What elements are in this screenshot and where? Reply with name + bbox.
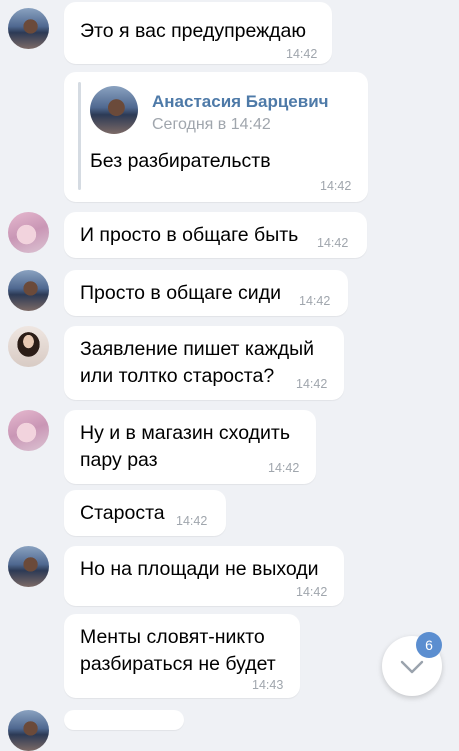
message-bubble[interactable]	[64, 710, 184, 730]
message-text-line: пару раз	[80, 449, 158, 471]
message-bubble[interactable]: Анастасия Барцевич Сегодня в 14:42 Без р…	[64, 72, 368, 202]
message-bubble[interactable]: Это я вас предупреждаю 14:42	[64, 2, 332, 64]
message-time: 14:42	[299, 294, 331, 308]
message-bubble[interactable]: Заявление пишет каждый или толтко старос…	[64, 326, 344, 400]
message-bubble[interactable]: И просто в общаге быть 14:42	[64, 212, 367, 258]
message-bubble[interactable]: Ну и в магазин сходить пару раз 14:42	[64, 410, 316, 484]
message-text: И просто в общаге быть	[80, 224, 299, 246]
message-bubble[interactable]: Староста 14:42	[64, 490, 226, 536]
message-text: Это я вас предупреждаю	[80, 20, 306, 42]
avatar[interactable]	[8, 270, 49, 311]
message-text: Но на площади не выходи	[80, 558, 319, 580]
quote-author[interactable]: Анастасия Барцевич	[152, 92, 329, 112]
message-time: 14:42	[296, 585, 328, 599]
message-time: 14:42	[268, 461, 300, 475]
message-text-line: Заявление пишет каждый	[80, 338, 315, 360]
message-bubble[interactable]: Просто в общаге сиди 14:42	[64, 270, 348, 316]
message-time: 14:42	[317, 236, 349, 250]
avatar[interactable]	[8, 212, 49, 253]
message-text: Просто в общаге сиди	[80, 282, 281, 304]
quote-bar	[78, 82, 81, 190]
message-text-line: Ну и в магазин сходить	[80, 422, 290, 444]
unread-count-badge: 6	[416, 632, 442, 658]
avatar[interactable]	[8, 8, 49, 49]
avatar[interactable]	[8, 546, 49, 587]
message-bubble[interactable]: Но на площади не выходи 14:42	[64, 546, 344, 606]
message-time: 14:42	[176, 514, 208, 528]
quote-avatar[interactable]	[90, 86, 138, 134]
message-bubble[interactable]: Менты словят-никто разбираться не будет …	[64, 614, 300, 698]
quote-text: Без разбирательств	[90, 150, 271, 172]
avatar[interactable]	[8, 326, 49, 367]
message-text-line: разбираться не будет	[80, 653, 276, 675]
quote-date: Сегодня в 14:42	[152, 116, 271, 133]
message-time: 14:42	[296, 377, 328, 391]
message-time: 14:42	[320, 179, 352, 193]
avatar[interactable]	[8, 410, 49, 451]
message-time: 14:43	[252, 678, 284, 692]
message-text: Староста	[80, 502, 165, 524]
message-text-line: Менты словят-никто	[80, 626, 265, 648]
message-text-line: или толтко староста?	[80, 365, 275, 387]
message-time: 14:42	[286, 47, 318, 61]
avatar[interactable]	[8, 710, 49, 751]
